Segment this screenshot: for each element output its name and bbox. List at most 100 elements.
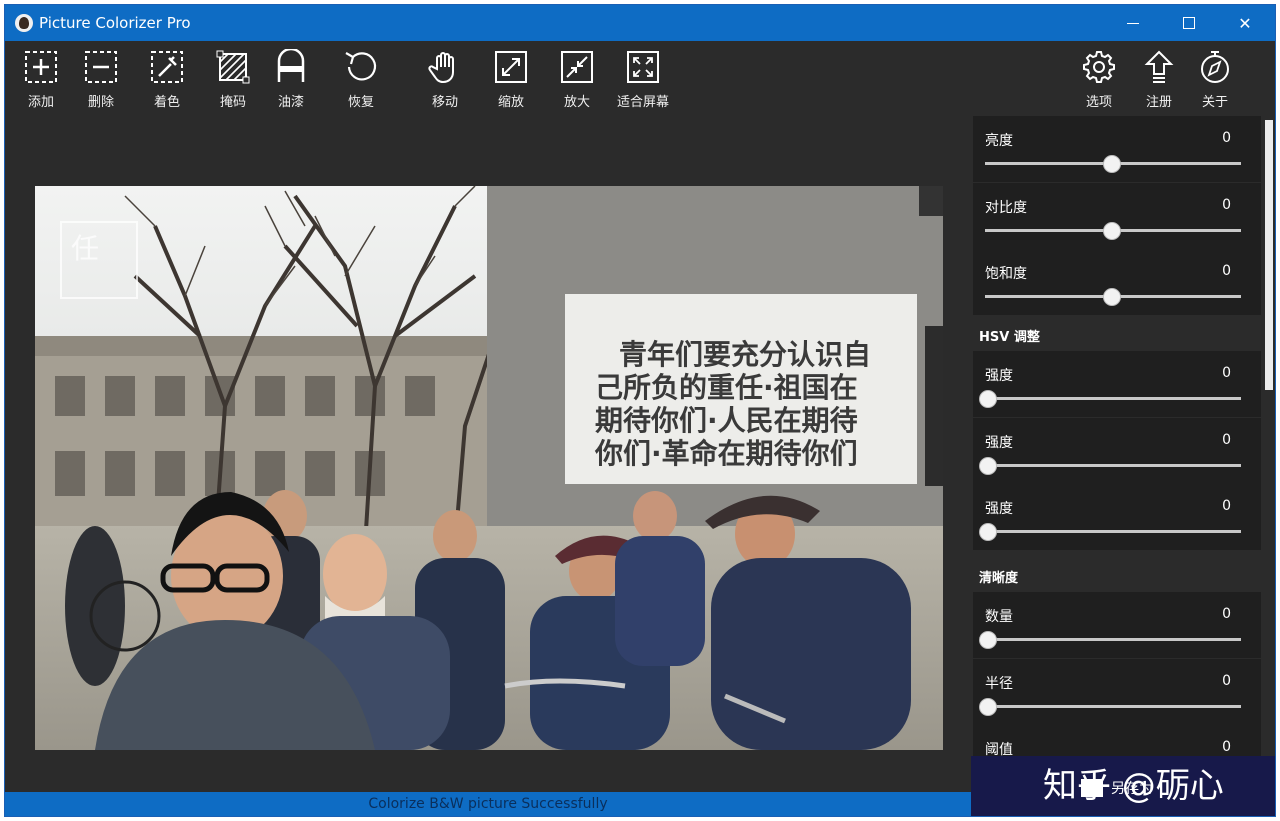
about-label: 关于	[1201, 95, 1228, 110]
title-bar[interactable]: Picture Colorizer Pro ✕	[5, 5, 1275, 41]
canvas-area[interactable]: 青年们要充分认识自 己所负的重任·祖国在 期待你们·人民在期待 你们·革命在期待…	[5, 116, 971, 792]
threshold-value: 0	[1222, 739, 1231, 755]
minimize-button[interactable]	[1107, 5, 1159, 41]
enlarge-label: 放大	[563, 95, 590, 110]
zoom-button[interactable]: 缩放	[479, 49, 543, 113]
maximize-icon	[1183, 17, 1195, 29]
hsv-strength-value-2: 0	[1222, 432, 1231, 448]
register-icon	[1144, 50, 1174, 83]
sharpness-group-header: 清晰度	[973, 558, 1261, 592]
hsv-strength-label-3: 强度	[985, 501, 1013, 517]
corner-seal: 任	[71, 232, 99, 265]
minimize-icon	[1127, 22, 1139, 24]
paint-button[interactable]: 油漆	[259, 49, 323, 113]
adjustments-list[interactable]: 亮度 0 对比度 0 饱和度 0 HSV 调整 强度 0 强度 0 强度 0 清…	[973, 116, 1261, 762]
paint-label: 油漆	[277, 95, 304, 110]
undo-button[interactable]: 恢复	[329, 49, 393, 113]
slogan-line-1: 青年们要充分认识自	[619, 338, 871, 371]
zoom-icon	[495, 51, 527, 83]
paint-icon	[277, 49, 305, 82]
hsv-strength-value-3: 0	[1222, 498, 1231, 514]
fit-screen-icon	[627, 51, 659, 83]
saturation-slider-thumb[interactable]	[1103, 288, 1121, 306]
brightness-control: 亮度 0	[973, 116, 1261, 182]
hsv-strength-slider-thumb-2[interactable]	[979, 457, 997, 475]
register-button[interactable]: 注册	[1127, 49, 1191, 113]
brightness-slider-thumb[interactable]	[1103, 155, 1121, 173]
enlarge-button[interactable]: 放大	[545, 49, 609, 113]
hsv-strength-slider-2[interactable]	[985, 464, 1241, 467]
saturation-label: 饱和度	[985, 266, 1027, 282]
mask-button[interactable]: 掩码	[201, 49, 265, 113]
options-button[interactable]: 选项	[1067, 49, 1131, 113]
hsv-group-title: HSV 调整	[979, 330, 1040, 345]
delete-icon	[85, 51, 117, 83]
save-area: 另存为 知乎 @砺心	[971, 756, 1275, 816]
radius-control: 半径 0	[973, 659, 1261, 725]
about-button[interactable]: 关于	[1183, 49, 1247, 113]
adjustments-panel: 亮度 0 对比度 0 饱和度 0 HSV 调整 强度 0 强度 0 强度 0 清…	[971, 116, 1275, 792]
hsv-strength-value-1: 0	[1222, 365, 1231, 381]
close-icon: ✕	[1238, 13, 1252, 33]
mask-icon	[216, 50, 250, 84]
fit-screen-button[interactable]: 适合屏幕	[611, 49, 675, 113]
hand-icon	[428, 52, 454, 84]
panel-scrollbar-thumb[interactable]	[1265, 120, 1273, 390]
amount-slider[interactable]	[985, 638, 1241, 641]
amount-slider-thumb[interactable]	[979, 631, 997, 649]
delete-button[interactable]: 删除	[69, 49, 133, 113]
saturation-value: 0	[1222, 263, 1231, 279]
zoom-label: 缩放	[497, 95, 524, 110]
add-button[interactable]: 添加	[9, 49, 73, 113]
undo-icon	[345, 52, 377, 81]
radius-value: 0	[1222, 673, 1231, 689]
radius-slider-thumb[interactable]	[979, 698, 997, 716]
hsv-strength-label-2: 强度	[985, 435, 1013, 451]
register-label: 注册	[1145, 95, 1172, 110]
watermark-overlay: 知乎 @砺心	[1043, 766, 1224, 806]
close-button[interactable]: ✕	[1219, 5, 1271, 41]
add-icon	[25, 51, 57, 83]
amount-label: 数量	[985, 609, 1013, 625]
status-bar: Colorize B&W picture Successfully	[5, 792, 971, 816]
contrast-slider-thumb[interactable]	[1103, 222, 1121, 240]
undo-label: 恢复	[347, 95, 374, 110]
photo-scene: 青年们要充分认识自 己所负的重任·祖国在 期待你们·人民在期待 你们·革命在期待…	[35, 186, 943, 750]
sharpness-group-title: 清晰度	[979, 571, 1019, 586]
hsv-strength-control-3: 强度 0	[973, 484, 1261, 550]
maximize-button[interactable]	[1163, 5, 1215, 41]
fit-screen-label: 适合屏幕	[616, 95, 669, 110]
hsv-strength-label-1: 强度	[985, 368, 1013, 384]
brightness-label: 亮度	[985, 133, 1013, 149]
contrast-label: 对比度	[985, 200, 1027, 216]
toolbar: 添加 删除 着色 掩码 油漆 恢复 移动 缩放 放大 适合屏幕 选项 注册 关于	[5, 41, 1275, 116]
slogan-line-4: 你们·革命在期待你们	[594, 437, 858, 470]
window-title: Picture Colorizer Pro	[39, 14, 191, 32]
add-label: 添加	[27, 95, 54, 110]
colorize-button[interactable]: 着色	[135, 49, 199, 113]
move-button[interactable]: 移动	[413, 49, 477, 113]
status-message: Colorize B&W picture Successfully	[368, 796, 608, 812]
colorize-label: 着色	[153, 95, 180, 110]
about-icon	[1201, 51, 1229, 83]
hsv-strength-slider-thumb-3[interactable]	[979, 523, 997, 541]
hsv-group-header: HSV 调整	[973, 317, 1261, 351]
hsv-strength-slider-thumb-1[interactable]	[979, 390, 997, 408]
saturation-control: 饱和度 0	[973, 249, 1261, 315]
radius-slider[interactable]	[985, 705, 1241, 708]
amount-control: 数量 0	[973, 592, 1261, 658]
colorized-photo[interactable]: 青年们要充分认识自 己所负的重任·祖国在 期待你们·人民在期待 你们·革命在期待…	[35, 186, 943, 750]
hsv-strength-slider-3[interactable]	[985, 530, 1241, 533]
app-logo-icon	[15, 14, 33, 32]
brightness-value: 0	[1222, 130, 1231, 146]
radius-label: 半径	[985, 676, 1013, 692]
panel-scrollbar[interactable]	[1263, 116, 1275, 762]
hsv-strength-slider-1[interactable]	[985, 397, 1241, 400]
contrast-value: 0	[1222, 197, 1231, 213]
move-label: 移动	[431, 95, 458, 110]
slogan-line-2: 己所负的重任·祖国在	[595, 371, 858, 404]
colorize-icon	[151, 51, 183, 83]
mask-label: 掩码	[219, 95, 246, 110]
hsv-strength-control-2: 强度 0	[973, 418, 1261, 484]
gear-icon	[1083, 51, 1115, 83]
